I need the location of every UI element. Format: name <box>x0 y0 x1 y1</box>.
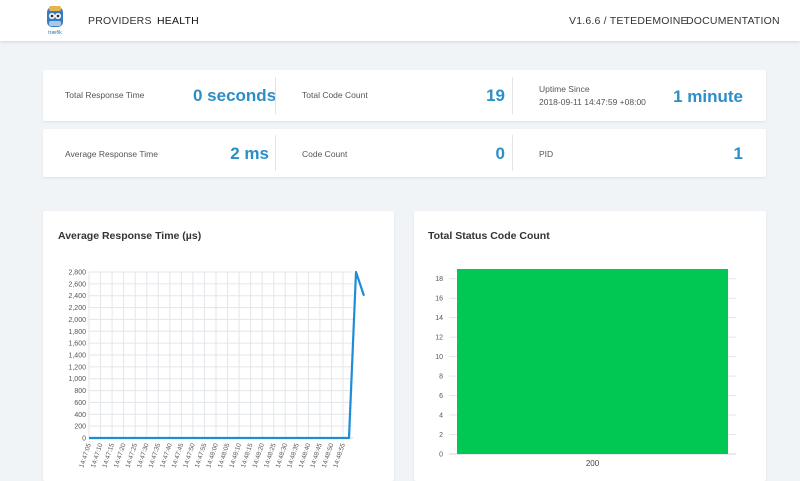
top-navbar: træfik PROVIDERS HEALTH V1.6.6 / TETEDEM… <box>0 0 800 41</box>
total-code-count-value: 19 <box>486 86 505 105</box>
code-count-label: Code Count <box>302 149 348 159</box>
uptime-since-date: 2018-09-11 14:47:59 +08:00 <box>539 97 646 107</box>
nav-health[interactable]: HEALTH <box>157 15 199 27</box>
pid-value: 1 <box>733 144 743 163</box>
uptime-label: Uptime Since <box>539 84 590 94</box>
x-tick-label: 200 <box>586 459 600 468</box>
status-code-bar-chart: 0 2 4 6 8 10 12 14 16 18 200 <box>435 269 736 468</box>
stats-divider <box>512 135 513 171</box>
traefik-logo[interactable]: træfik <box>44 5 66 36</box>
y-tick-label: 2,000 <box>68 317 86 324</box>
y-tick-label: 1,600 <box>68 341 86 348</box>
y-tick-label: 4 <box>439 413 443 420</box>
y-tick-label: 10 <box>435 354 443 361</box>
code-count-value: 0 <box>495 144 505 163</box>
stats-divider <box>512 77 513 114</box>
avg-response-time-value: 2 ms <box>230 144 269 163</box>
y-tick-label: 200 <box>74 424 86 431</box>
y-tick-label: 2,400 <box>68 293 86 300</box>
total-response-time-value: 0 seconds <box>193 86 277 105</box>
total-code-count-label: Total Code Count <box>302 90 368 100</box>
stats-divider <box>275 77 276 114</box>
y-tick-label: 2,800 <box>68 270 86 277</box>
uptime-value: 1 minute <box>673 87 743 106</box>
y-tick-label: 18 <box>435 276 443 283</box>
y-tick-label: 400 <box>74 412 86 419</box>
stats-card-row-1: Total Response Time 0 seconds Total Code… <box>43 70 766 121</box>
y-tick-label: 0 <box>439 452 443 459</box>
nav-providers[interactable]: PROVIDERS <box>88 15 152 27</box>
y-tick-label: 800 <box>74 388 86 395</box>
y-tick-label: 8 <box>439 374 443 381</box>
y-tick-label: 1,200 <box>68 364 86 371</box>
y-tick-label: 600 <box>74 400 86 407</box>
avg-response-time-label: Average Response Time <box>65 149 158 159</box>
y-tick-label: 14 <box>435 315 443 322</box>
y-tick-label: 2,600 <box>68 281 86 288</box>
nav-documentation[interactable]: DOCUMENTATION <box>686 15 780 27</box>
stats-divider <box>275 135 276 171</box>
y-tick-label: 1,000 <box>68 376 86 383</box>
y-tick-label: 16 <box>435 296 443 303</box>
y-tick-label: 2 <box>439 432 443 439</box>
y-tick-label: 2,200 <box>68 305 86 312</box>
y-tick-label: 0 <box>82 436 86 443</box>
status-code-bar <box>457 269 728 454</box>
nav-version[interactable]: V1.6.6 / TETEDEMOINE <box>569 15 688 27</box>
avg-response-time-line-chart: 0 200 400 600 800 1,000 1,200 1,400 1,600 1,800 2,… <box>68 270 366 469</box>
y-tick-label: 12 <box>435 335 443 342</box>
logo-text: træfik <box>48 30 62 36</box>
y-tick-label: 6 <box>439 393 443 400</box>
stats-card-row-2: Average Response Time 2 ms Code Count 0 … <box>43 129 766 177</box>
y-tick-label: 1,400 <box>68 353 86 360</box>
y-tick-label: 1,800 <box>68 329 86 336</box>
total-response-time-label: Total Response Time <box>65 90 145 100</box>
pid-label: PID <box>539 149 554 159</box>
